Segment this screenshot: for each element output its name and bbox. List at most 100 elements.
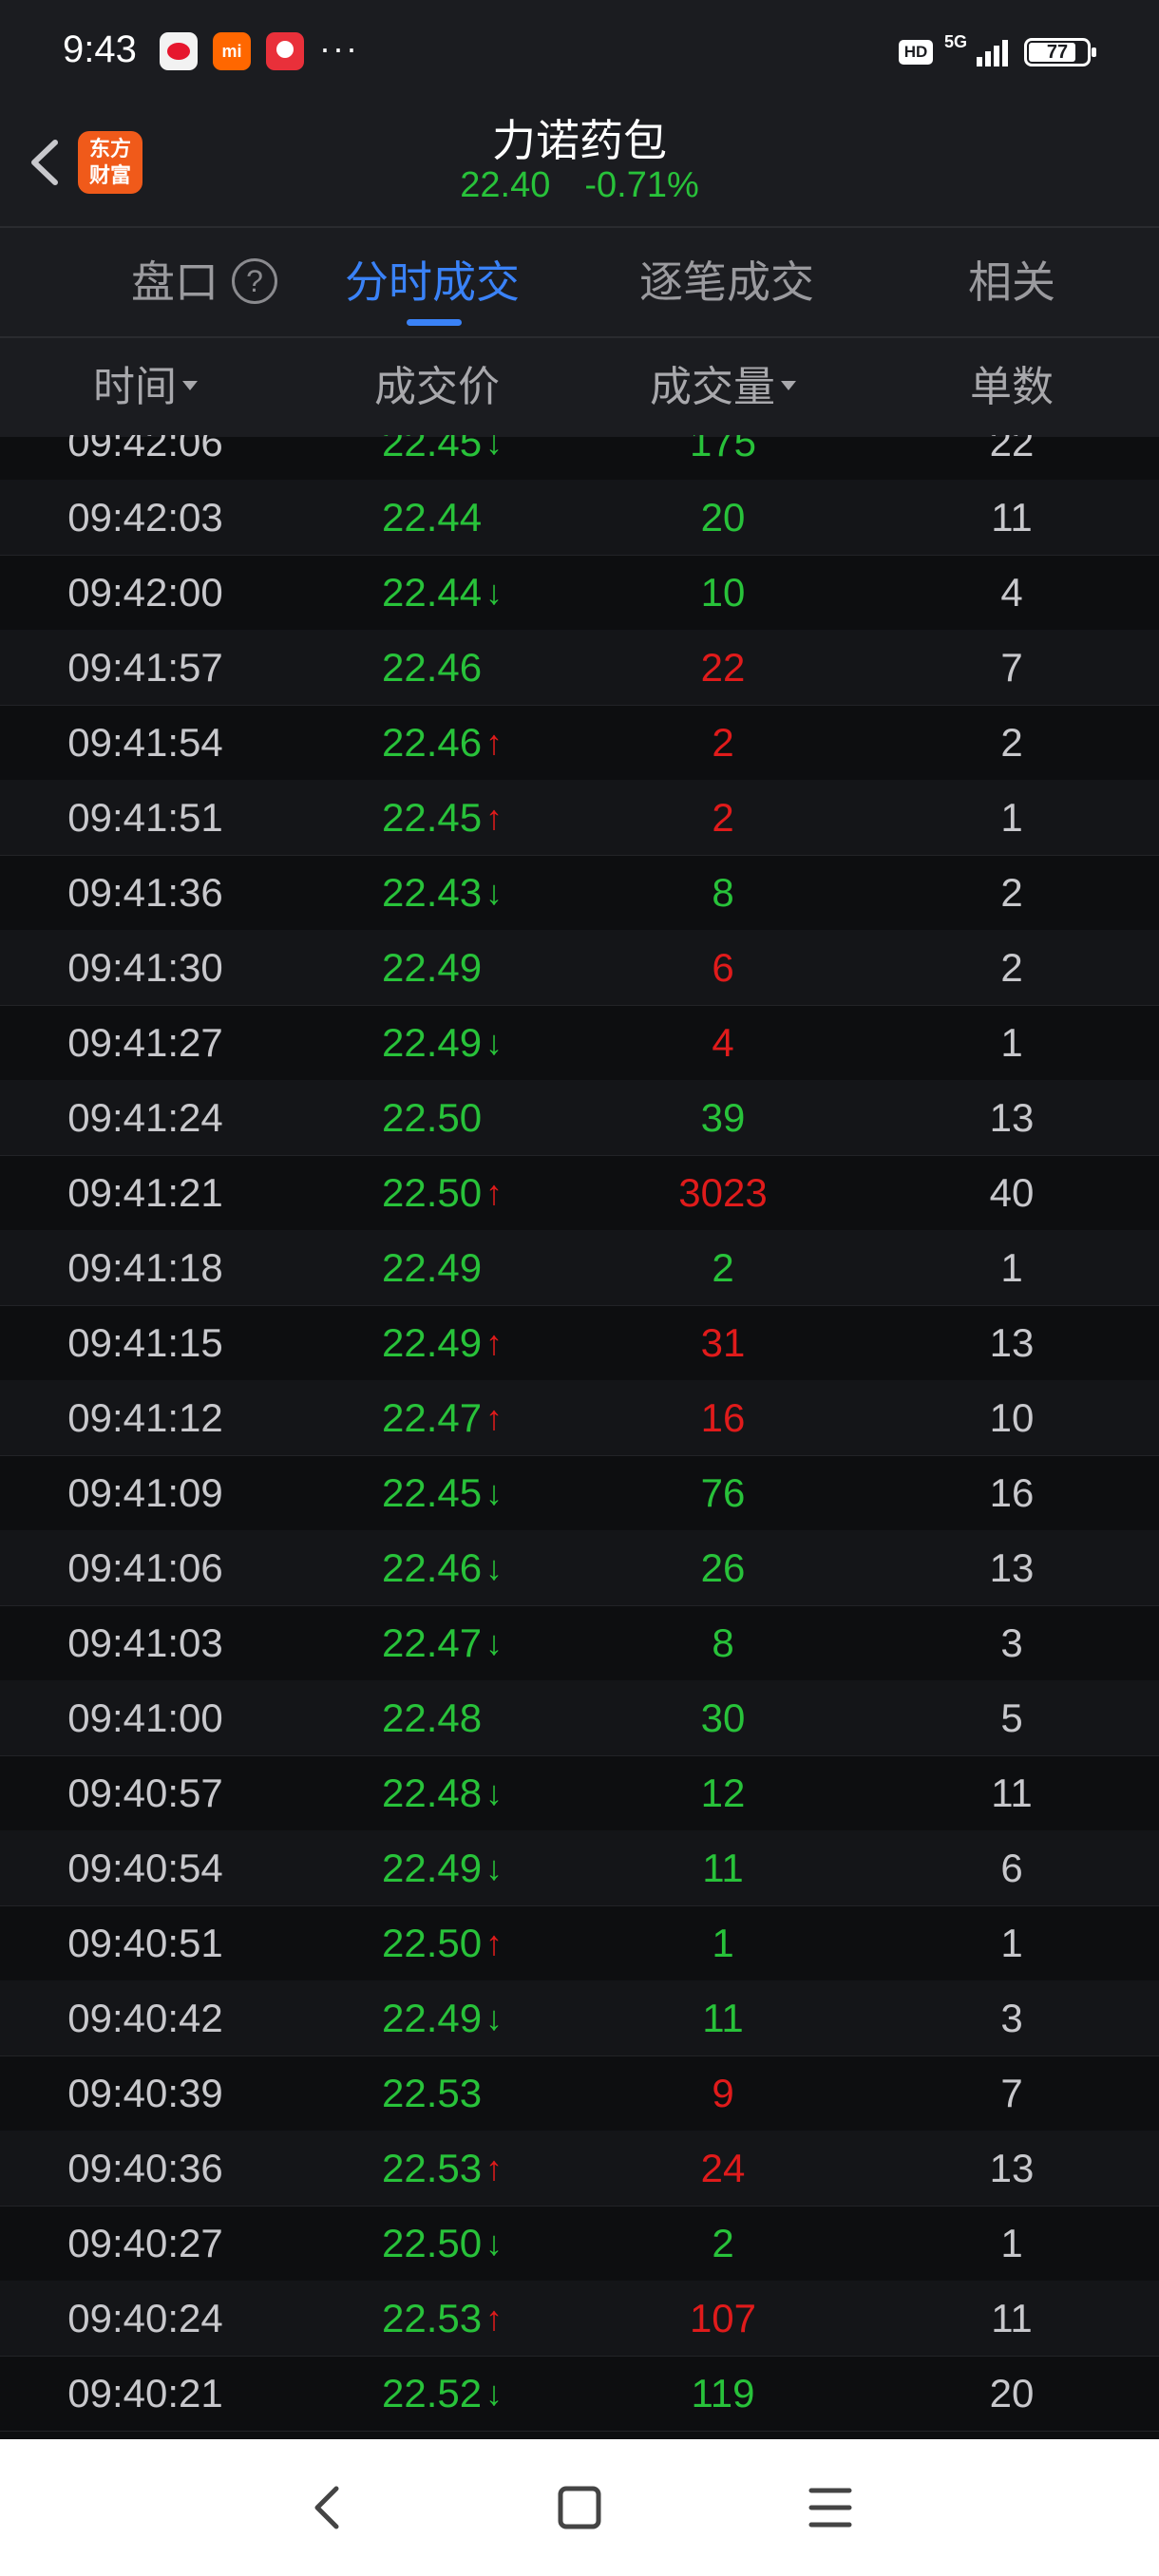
- trade-time: 09:41:51: [67, 795, 223, 840]
- trade-price: 22.45 ↑: [382, 780, 543, 855]
- trade-time: 09:41:24: [67, 1095, 223, 1140]
- tab-tick-trades[interactable]: 逐笔成交: [608, 228, 846, 336]
- stock-price: 22.40: [460, 165, 551, 205]
- trade-price-value: 22.49: [382, 1996, 483, 2040]
- status-bar: 9:43 mi ··· HD 5G 77: [0, 0, 1159, 104]
- arrow-up-icon: ↑: [485, 2149, 504, 2188]
- trade-time: 09:40:24: [67, 2296, 223, 2340]
- trade-count: 1: [1000, 1921, 1023, 1965]
- table-row: 09:40:36 22.53 ↑ 24 13: [0, 2131, 1159, 2207]
- trade-count: 13: [989, 1545, 1035, 1590]
- trade-count: 2: [1000, 720, 1023, 765]
- trade-price-value: 22.50: [382, 1921, 483, 1965]
- arrow-up-icon: ↑: [485, 1323, 504, 1362]
- table-row: 09:41:12 22.47 ↑ 16 10: [0, 1380, 1159, 1456]
- weibo-icon: [160, 32, 198, 70]
- arrow-up-icon: ↑: [485, 723, 504, 762]
- trade-volume: 76: [700, 1470, 746, 1515]
- network-type: 5G: [944, 32, 968, 51]
- trade-count: 1: [1000, 795, 1023, 840]
- trade-count: 13: [989, 1320, 1035, 1365]
- column-time[interactable]: 时间: [38, 338, 253, 437]
- trade-price-value: 22.47: [382, 1395, 483, 1440]
- trade-price: 22.50 ↓: [382, 2206, 543, 2281]
- trade-volume: 2: [712, 720, 734, 765]
- trade-price: 22.52 ↓: [382, 2356, 543, 2431]
- trade-volume: 26: [700, 1545, 746, 1590]
- xiaomi-icon: mi: [213, 32, 251, 70]
- trade-time: 09:42:00: [67, 570, 223, 615]
- trade-count: 4: [1000, 570, 1023, 615]
- table-row: 09:40:51 22.50 ↑ 1 1: [0, 1905, 1159, 1981]
- table-row: 09:41:15 22.49 ↑ 31 13: [0, 1305, 1159, 1381]
- trade-time: 09:42:03: [67, 495, 223, 540]
- trade-price: 22.44 ↓: [382, 555, 543, 630]
- arrow-down-icon: ↓: [485, 573, 504, 612]
- back-nav-icon[interactable]: [291, 2470, 367, 2546]
- system-nav-bar: [0, 2439, 1159, 2576]
- trade-price-value: 22.48: [382, 1771, 483, 1815]
- trade-volume: 107: [689, 2296, 757, 2340]
- trade-volume: 175: [689, 435, 757, 464]
- trade-price-value: 22.49: [382, 945, 483, 990]
- trade-count: 20: [989, 2371, 1035, 2415]
- trade-volume: 16: [700, 1395, 746, 1440]
- trade-time: 09:41:36: [67, 870, 223, 915]
- trade-price: 22.46 ↓: [382, 1530, 543, 1605]
- trade-count: 10: [989, 1395, 1035, 1440]
- table-row: 09:41:00 22.48 30 5: [0, 1680, 1159, 1756]
- table-row: 09:41:27 22.49 ↓ 4 1: [0, 1005, 1159, 1081]
- table-row: 09:41:24 22.50 39 13: [0, 1080, 1159, 1156]
- trade-price-value: 22.45: [382, 1470, 483, 1515]
- trade-time: 09:40:42: [67, 1996, 223, 2040]
- home-nav-icon[interactable]: [542, 2470, 618, 2546]
- trade-time: 09:41:06: [67, 1545, 223, 1590]
- trade-count: 3: [1000, 1996, 1023, 2040]
- trade-time: 09:41:18: [67, 1245, 223, 1290]
- trade-price: 22.50 ↑: [382, 1155, 543, 1230]
- trade-volume: 6: [712, 945, 734, 990]
- app-notification-icon: [266, 32, 304, 70]
- trade-count: 40: [989, 1170, 1035, 1215]
- trade-price: 22.53 ↑: [382, 2281, 543, 2356]
- arrow-down-icon: ↓: [485, 1623, 504, 1662]
- trade-list[interactable]: 09:42:06 22.45 ↓ 175 22 09:42:03 22.44 20 11 09:4…: [0, 435, 1159, 2439]
- trade-volume: 2: [712, 2221, 734, 2265]
- trade-price-value: 22.47: [382, 1620, 483, 1665]
- arrow-down-icon: ↓: [485, 1473, 504, 1512]
- trade-volume: 9: [712, 2071, 734, 2115]
- trade-price-value: 22.46: [382, 720, 483, 765]
- table-row: 09:41:06 22.46 ↓ 26 13: [0, 1530, 1159, 1606]
- trade-price: 22.49 ↓: [382, 1005, 543, 1080]
- trade-time: 09:40:21: [67, 2371, 223, 2415]
- table-row: 09:41:57 22.46 22 7: [0, 630, 1159, 706]
- table-row: 09:42:00 22.44 ↓ 10 4: [0, 555, 1159, 631]
- tab-related[interactable]: 相关: [912, 228, 1112, 336]
- trade-price-value: 22.44: [382, 495, 483, 540]
- table-row: 09:40:54 22.49 ↓ 11 6: [0, 1830, 1159, 1906]
- trade-volume: 2: [712, 795, 734, 840]
- help-icon[interactable]: ?: [232, 257, 277, 304]
- trade-price-value: 22.44: [382, 570, 483, 615]
- trade-price-value: 22.48: [382, 1695, 483, 1740]
- column-count: 单数: [970, 364, 1054, 410]
- arrow-down-icon: ↓: [485, 1848, 504, 1887]
- trade-volume: 20: [700, 495, 746, 540]
- trade-price: 22.48: [382, 1680, 543, 1755]
- trade-time: 09:41:54: [67, 720, 223, 765]
- trade-time: 09:41:30: [67, 945, 223, 990]
- stock-quote: 22.40 -0.71%: [0, 165, 1159, 206]
- column-volume[interactable]: 成交量: [604, 338, 842, 437]
- trade-count: 3: [1000, 1620, 1023, 1665]
- stock-name: 力诺药包: [492, 116, 667, 165]
- trade-count: 11: [991, 2296, 1033, 2340]
- trade-price-value: 22.50: [382, 1095, 483, 1140]
- trade-volume: 10: [700, 570, 746, 615]
- active-tab-indicator: [407, 319, 462, 326]
- table-row: 09:41:18 22.49 2 1: [0, 1230, 1159, 1306]
- menu-nav-icon[interactable]: [792, 2470, 868, 2546]
- battery-icon: 77: [1024, 38, 1096, 66]
- tab-order-book[interactable]: 盘口?: [86, 228, 323, 336]
- trade-time: 09:41:27: [67, 1020, 223, 1065]
- trade-time: 09:40:51: [67, 1921, 223, 1965]
